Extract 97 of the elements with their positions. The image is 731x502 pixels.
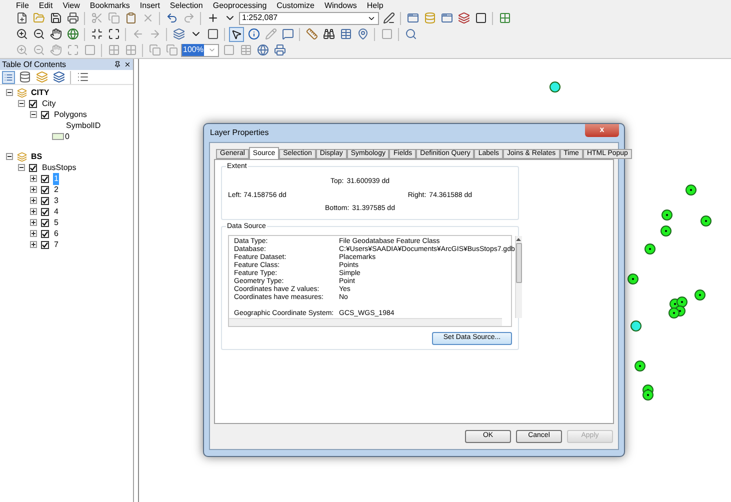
menu-item[interactable]: Help <box>366 2 384 10</box>
collapse-icon[interactable] <box>18 164 25 171</box>
point-marker <box>660 225 672 237</box>
layer-group-icon <box>17 152 27 162</box>
point-marker <box>661 209 673 221</box>
point-marker <box>642 389 654 401</box>
globe-icon[interactable] <box>65 26 80 42</box>
field-label: SymbolID <box>66 121 101 130</box>
magnifier-icon[interactable] <box>403 26 418 42</box>
close-icon <box>124 61 131 68</box>
ruler-icon[interactable] <box>304 26 319 42</box>
menu-item[interactable]: Selection <box>170 2 203 10</box>
layer-label[interactable]: 6 <box>53 228 60 240</box>
checkbox[interactable] <box>41 186 49 194</box>
layer-label[interactable]: 3 <box>53 194 60 206</box>
layer-label[interactable]: 7 <box>53 238 60 250</box>
group-label[interactable]: CITY <box>31 86 50 98</box>
menu-item[interactable]: Windows <box>324 2 357 10</box>
collapse-icon[interactable] <box>6 153 13 160</box>
list-by-drawing-order-icon[interactable] <box>2 70 15 84</box>
vertical-scrollbar[interactable] <box>514 236 522 318</box>
speech-bubble-icon[interactable] <box>280 26 295 42</box>
point-marker <box>700 215 712 227</box>
scale-field[interactable]: 1:252,087 <box>239 12 379 24</box>
layer-label[interactable]: City <box>41 98 57 110</box>
point-marker <box>668 307 680 319</box>
checkbox[interactable] <box>41 218 49 226</box>
collapse-icon[interactable] <box>30 111 37 118</box>
pin-icon <box>114 61 121 68</box>
layer-label[interactable]: 5 <box>53 216 60 228</box>
layer-label[interactable]: Polygons <box>53 108 88 120</box>
expand-icon[interactable] <box>30 208 37 215</box>
zoom-percent-field[interactable]: 100% <box>181 44 219 56</box>
close-button[interactable]: x <box>585 124 619 136</box>
expand-icon[interactable] <box>30 186 37 193</box>
point-marker <box>630 320 642 332</box>
point-marker <box>685 184 697 196</box>
window-icon[interactable] <box>473 10 488 26</box>
table-icon[interactable] <box>338 26 353 42</box>
layer-label[interactable]: 2 <box>53 184 60 196</box>
expand-icon[interactable] <box>30 219 37 226</box>
horizontal-scrollbar[interactable] <box>229 318 502 326</box>
checkbox[interactable] <box>29 100 37 108</box>
menu-item[interactable]: Insert <box>140 2 160 10</box>
checkbox[interactable] <box>41 240 49 248</box>
layers-icon[interactable] <box>456 10 471 26</box>
menu-item[interactable]: File <box>16 2 29 10</box>
layer-group-icon <box>17 88 27 98</box>
point-marker <box>644 243 656 255</box>
checkbox[interactable] <box>29 164 37 172</box>
checkbox[interactable] <box>41 196 49 204</box>
zoom-out-icon[interactable] <box>31 26 46 42</box>
database-icon[interactable] <box>17 70 32 84</box>
expand-icon[interactable] <box>30 241 37 248</box>
binoculars-icon[interactable] <box>321 26 336 42</box>
menu-item[interactable]: Geoprocessing <box>212 2 267 10</box>
menu-item[interactable]: Customize <box>276 2 314 10</box>
globe-icon[interactable] <box>255 42 270 58</box>
select-features-icon[interactable] <box>171 26 186 42</box>
collapse-icon[interactable] <box>18 100 25 107</box>
caret-icon <box>208 46 216 54</box>
checkbox[interactable] <box>41 230 49 238</box>
expand-icon[interactable] <box>30 230 37 237</box>
pen-icon[interactable] <box>381 10 396 26</box>
hand-icon[interactable] <box>48 26 63 42</box>
point-marker <box>634 360 646 372</box>
fixed-zoom-out-icon[interactable] <box>106 26 121 42</box>
point-marker <box>694 289 706 301</box>
menu-item[interactable]: Bookmarks <box>90 2 130 10</box>
scroll-up-icon[interactable] <box>516 238 522 240</box>
panel-title: Table Of Contents <box>2 58 66 70</box>
pointer-icon[interactable] <box>229 26 244 42</box>
menu-item[interactable]: View <box>62 2 80 10</box>
group-label[interactable]: BS <box>31 150 42 162</box>
info-icon[interactable] <box>246 26 261 42</box>
grid-icon[interactable] <box>497 10 512 26</box>
point-marker <box>627 273 639 285</box>
layers-icon[interactable] <box>51 70 66 84</box>
layer-label[interactable]: 4 <box>53 206 60 218</box>
legend-label: 0 <box>65 130 70 142</box>
layer-label[interactable]: BusStops <box>41 162 78 174</box>
printer-icon[interactable] <box>272 42 287 58</box>
save-icon[interactable] <box>48 10 63 26</box>
fixed-zoom-in-icon[interactable] <box>89 26 104 42</box>
clear-selection-icon[interactable] <box>205 26 220 42</box>
point-marker <box>549 81 561 93</box>
dialog-title: Layer Properties <box>210 127 269 139</box>
checkbox[interactable] <box>41 208 49 216</box>
checkbox[interactable] <box>41 110 49 118</box>
expand-icon[interactable] <box>30 175 37 182</box>
point-marker <box>676 296 688 308</box>
expand-icon[interactable] <box>30 197 37 204</box>
zoom-in-icon[interactable] <box>14 26 29 42</box>
printer-icon[interactable] <box>65 10 80 26</box>
menu-item[interactable]: Edit <box>38 2 53 10</box>
checkbox[interactable] <box>41 174 49 182</box>
collapse-icon[interactable] <box>6 89 13 96</box>
